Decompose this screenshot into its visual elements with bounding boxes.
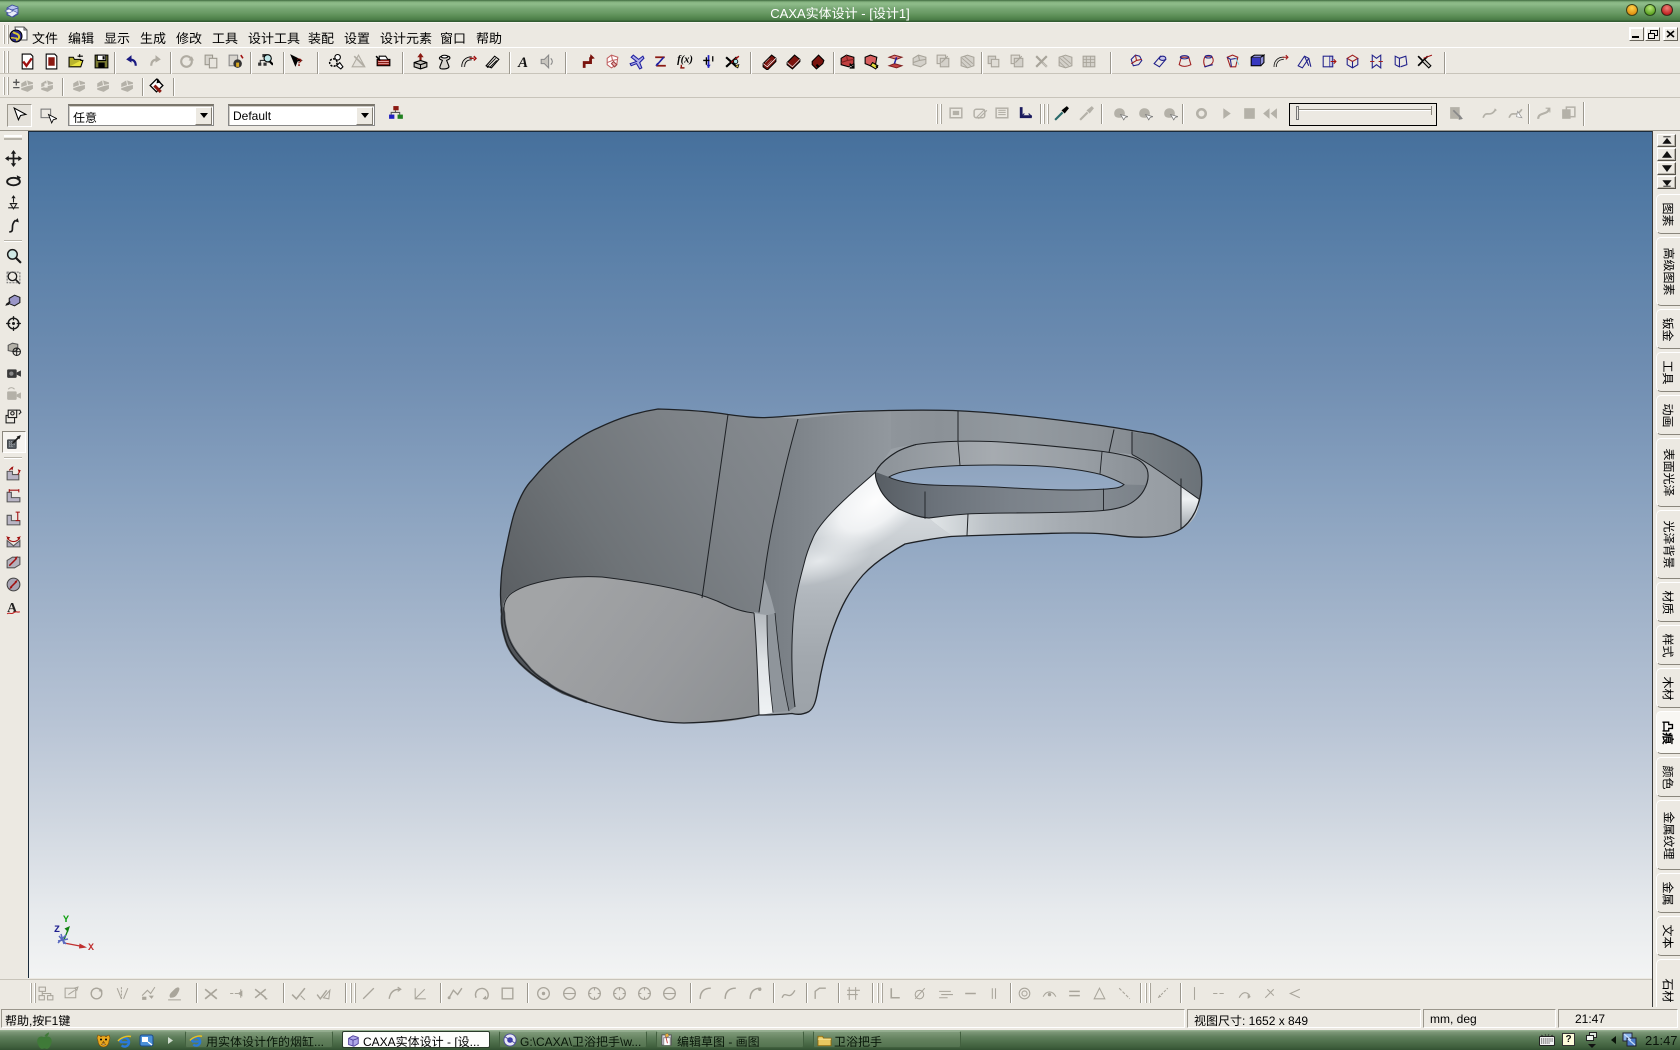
svg-text:A: A	[7, 600, 17, 615]
svg-text:X: X	[88, 943, 94, 954]
svg-text:Y: Y	[63, 915, 69, 926]
svg-text:Z: Z	[54, 925, 60, 936]
svg-text:?: ?	[297, 56, 303, 69]
svg-text:A: A	[517, 55, 528, 70]
svg-text:f(x): f(x)	[677, 55, 693, 66]
